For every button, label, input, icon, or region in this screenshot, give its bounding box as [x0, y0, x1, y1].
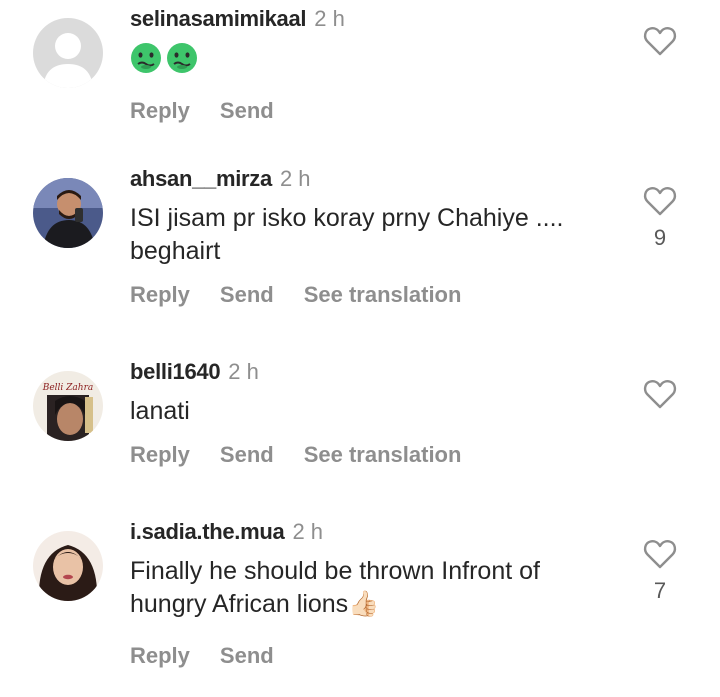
timestamp: 2 h	[314, 6, 345, 31]
send-button[interactable]: Send	[220, 442, 274, 467]
see-translation-button[interactable]: See translation	[304, 442, 462, 467]
comment-item: Belli Zahra belli1640 2 h lanati Reply Sen…	[0, 353, 720, 493]
nauseated-face-icon	[131, 43, 161, 73]
send-button[interactable]: Send	[220, 98, 274, 123]
svg-text:Belli Zahra: Belli Zahra	[42, 383, 94, 393]
heart-icon[interactable]	[643, 539, 677, 569]
reply-button[interactable]: Reply	[130, 643, 190, 668]
comment-emojis	[130, 42, 620, 76]
avatar[interactable]	[33, 531, 103, 601]
timestamp: 2 h	[292, 519, 324, 544]
timestamp: 2 h	[279, 166, 311, 191]
comment-text: ISI jisam pr isko koray prny Chahiye ...…	[130, 204, 564, 265]
avatar[interactable]: Belli Zahra	[33, 371, 103, 441]
nauseated-face-icon	[167, 43, 197, 73]
timestamp: 2 h	[228, 359, 259, 384]
like-count: 7	[653, 578, 667, 603]
avatar[interactable]	[33, 178, 103, 248]
comment-item: i.sadia.the.mua 2 h Finally he should be …	[0, 513, 720, 697]
comment-item: ahsan__mirza 2 h ISI jisam pr isko koray …	[0, 160, 720, 330]
like-count: 9	[653, 225, 667, 250]
heart-icon[interactable]	[643, 186, 677, 216]
heart-icon[interactable]	[643, 379, 677, 409]
comment-text: Finally he should be thrown Infront of h…	[130, 557, 540, 618]
send-button[interactable]: Send	[220, 643, 274, 668]
send-button[interactable]: Send	[220, 282, 274, 307]
reply-button[interactable]: Reply	[130, 98, 190, 123]
avatar[interactable]	[33, 18, 103, 88]
comment-item: selinasamimikaal 2 h Reply Send	[0, 0, 720, 140]
username[interactable]: selinasamimikaal	[130, 6, 307, 31]
comment-text: lanati	[130, 397, 190, 425]
reply-button[interactable]: Reply	[130, 442, 190, 467]
see-translation-button[interactable]: See translation	[304, 282, 462, 307]
heart-icon[interactable]	[643, 26, 677, 56]
reply-button[interactable]: Reply	[130, 282, 190, 307]
username[interactable]: ahsan__mirza	[130, 166, 272, 191]
username[interactable]: belli1640	[130, 359, 221, 384]
username[interactable]: i.sadia.the.mua	[130, 519, 285, 544]
